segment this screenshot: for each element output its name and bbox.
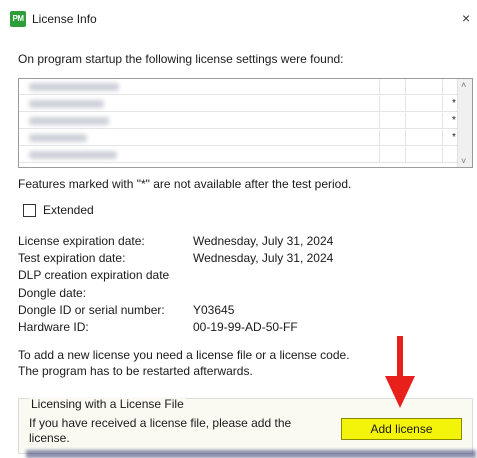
title-bar: PM License Info × bbox=[0, 0, 477, 42]
hardware-id-label: Hardware ID: bbox=[18, 320, 89, 334]
hardware-id-value: 00-19-99-AD-50-FF bbox=[193, 320, 298, 334]
test-expiration-label: Test expiration date: bbox=[18, 251, 126, 265]
extended-checkbox-label[interactable]: Extended bbox=[43, 203, 94, 217]
license-expiration-value: Wednesday, July 31, 2024 bbox=[193, 234, 334, 248]
add-license-button[interactable]: Add license bbox=[341, 418, 462, 440]
features-note: Features marked with "*" are not availab… bbox=[18, 177, 352, 191]
redacted-text bbox=[29, 83, 119, 91]
redacted-text bbox=[29, 117, 109, 125]
redacted-text bbox=[29, 100, 104, 108]
license-settings-list[interactable]: * * * ˄ ˅ bbox=[18, 78, 473, 168]
license-note-line: The program has to be restarted afterwar… bbox=[18, 364, 253, 378]
license-expiration-label: License expiration date: bbox=[18, 234, 145, 248]
dongle-id-value: Y03645 bbox=[193, 303, 235, 317]
dlp-creation-expiration-label: DLP creation expiration date bbox=[18, 268, 170, 282]
intro-text: On program startup the following license… bbox=[18, 52, 344, 66]
license-note-line: To add a new license you need a license … bbox=[18, 348, 350, 362]
list-item[interactable] bbox=[19, 79, 459, 95]
list-item[interactable]: * bbox=[19, 130, 459, 146]
list-item-marker: * bbox=[452, 98, 456, 109]
window-title: License Info bbox=[32, 12, 97, 26]
chevron-up-icon[interactable]: ˄ bbox=[461, 80, 466, 90]
license-file-instructions: If you have received a license file, ple… bbox=[29, 416, 292, 445]
test-expiration-value: Wednesday, July 31, 2024 bbox=[193, 251, 334, 265]
app-logo-icon: PM bbox=[10, 11, 26, 27]
list-item[interactable]: * bbox=[19, 113, 459, 129]
list-item-marker: * bbox=[452, 115, 456, 126]
redacted-text bbox=[29, 134, 87, 142]
dongle-id-label: Dongle ID or serial number: bbox=[18, 303, 165, 317]
license-file-group-title: Licensing with a License File bbox=[29, 397, 186, 411]
redacted-text bbox=[29, 151, 117, 159]
chevron-down-icon[interactable]: ˅ bbox=[461, 156, 466, 166]
list-item[interactable] bbox=[19, 147, 459, 163]
list-item[interactable]: * bbox=[19, 96, 459, 112]
dongle-date-label: Dongle date: bbox=[18, 286, 87, 300]
list-item-marker: * bbox=[452, 132, 456, 143]
close-icon[interactable]: × bbox=[462, 10, 470, 26]
extended-checkbox[interactable] bbox=[23, 204, 36, 217]
vertical-scrollbar[interactable]: ˄ ˅ bbox=[457, 79, 472, 167]
redacted-text bbox=[26, 450, 476, 458]
arrow-down-icon bbox=[385, 336, 415, 408]
